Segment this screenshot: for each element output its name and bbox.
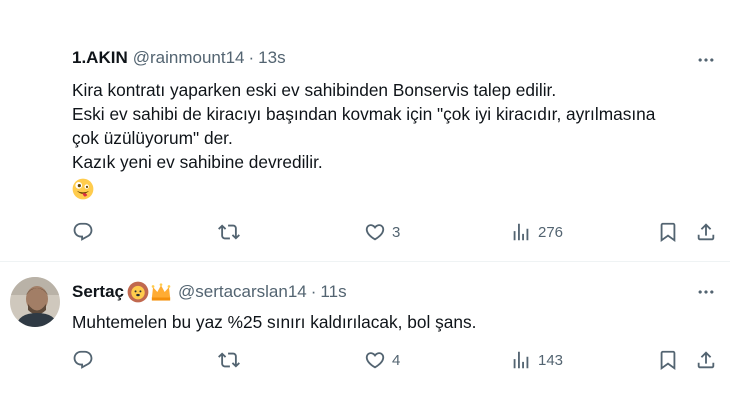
like-icon (364, 349, 386, 371)
more-icon[interactable] (696, 282, 716, 302)
action-bar: 4 143 (0, 348, 730, 372)
separator-dot: · (310, 282, 317, 301)
tweet-header: 1.AKIN @rainmount14 · 13s (72, 48, 286, 68)
share-button[interactable] (695, 348, 717, 372)
tweet[interactable]: 1.AKIN @rainmount14 · 13s Kira kontratı … (0, 0, 730, 262)
display-name[interactable]: 1.AKIN (72, 48, 128, 68)
tweet-text-line: çok üzülüyorum" der. (72, 128, 233, 148)
view-count: 276 (538, 223, 564, 241)
views-button[interactable]: 143 (510, 348, 563, 372)
like-button[interactable]: 3 (364, 220, 400, 244)
like-button[interactable]: 4 (364, 348, 400, 372)
share-button[interactable] (695, 220, 717, 244)
bookmark-button[interactable] (657, 348, 679, 372)
tweet-text: Kira kontratı yaparken eski ev sahibinde… (72, 78, 655, 206)
tweet-text-line: Kazık yeni ev sahibine devredilir. (72, 152, 323, 172)
tweet[interactable]: Sertaç @sertacarslan14 · 11s Muhtemelen … (0, 262, 730, 420)
view-count: 143 (538, 351, 564, 369)
tweet-text-line: Eski ev sahibi de kiracıyı başından kovm… (72, 104, 656, 124)
like-count: 3 (392, 223, 401, 241)
share-icon (695, 221, 717, 243)
retweet-button[interactable] (218, 348, 246, 372)
bookmark-icon (657, 349, 679, 371)
action-bar: 3 276 (0, 220, 730, 244)
user-handle[interactable]: @rainmount14 (133, 48, 245, 68)
tweet-header: Sertaç @sertacarslan14 · 11s (72, 281, 347, 303)
share-icon (695, 349, 717, 371)
name-badges (127, 281, 173, 303)
tweet-text: Muhtemelen bu yaz %25 sınırı kaldırılaca… (72, 310, 476, 334)
reply-icon (72, 221, 94, 243)
retweet-icon (218, 349, 240, 371)
retweet-button[interactable] (218, 220, 246, 244)
reply-icon (72, 349, 94, 371)
zany-face-emoji (72, 178, 94, 200)
display-name[interactable]: Sertaç (72, 282, 124, 302)
bookmark-button[interactable] (657, 220, 679, 244)
like-icon (364, 221, 386, 243)
separator-dot: · (248, 48, 255, 67)
timestamp[interactable]: 13s (258, 48, 285, 68)
user-handle[interactable]: @sertacarslan14 (178, 282, 307, 302)
tweet-text-line: Muhtemelen bu yaz %25 sınırı kaldırılaca… (72, 312, 477, 332)
views-button[interactable]: 276 (510, 220, 563, 244)
views-icon (510, 221, 532, 243)
lion-emoji (127, 281, 149, 303)
views-icon (510, 349, 532, 371)
tweet-text-line: Kira kontratı yaparken eski ev sahibinde… (72, 80, 557, 100)
more-icon[interactable] (696, 50, 716, 70)
crown-emoji (151, 283, 171, 301)
timestamp[interactable]: 11s (320, 282, 346, 302)
reply-button[interactable] (72, 220, 100, 244)
retweet-icon (218, 221, 240, 243)
avatar[interactable] (10, 277, 60, 327)
like-count: 4 (392, 351, 401, 369)
reply-button[interactable] (72, 348, 100, 372)
bookmark-icon (657, 221, 679, 243)
